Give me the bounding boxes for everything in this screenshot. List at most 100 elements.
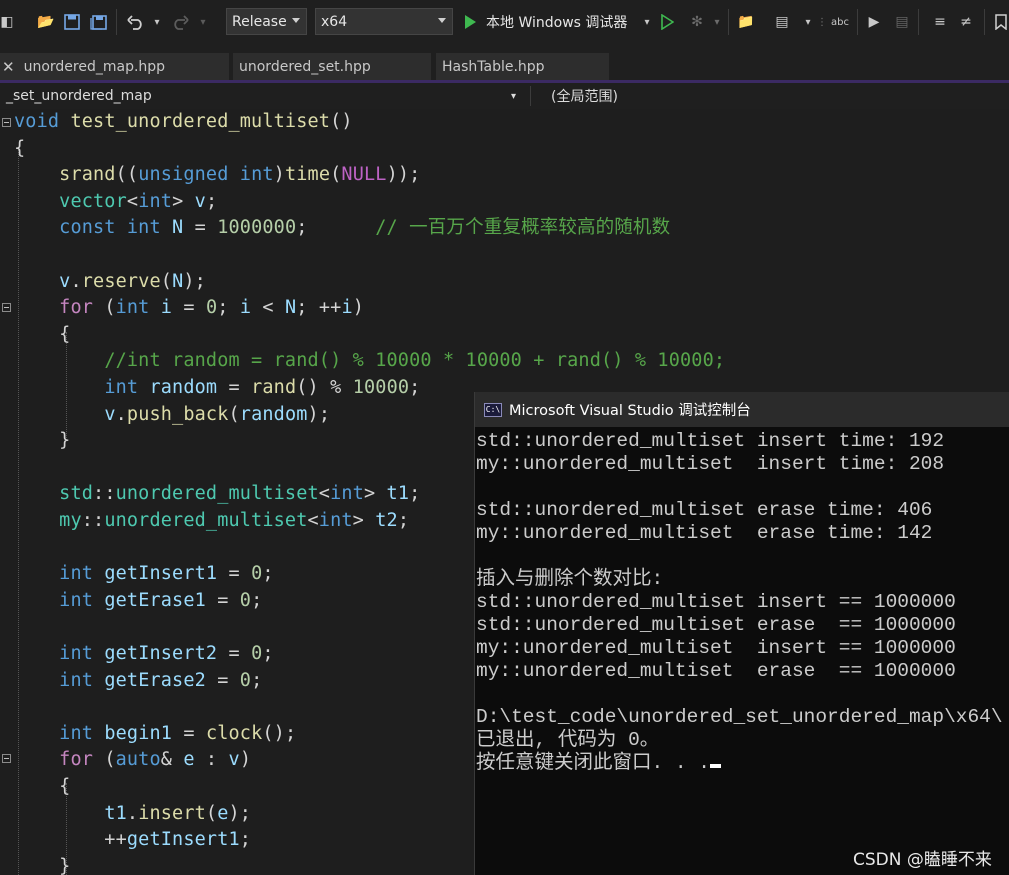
code-line[interactable]: for (int i = 0; i < N; ++i) (14, 295, 364, 321)
code-token: = (205, 669, 240, 691)
code-line[interactable]: std::unordered_multiset<int> t1; (14, 481, 420, 507)
configuration-select[interactable]: Release (226, 8, 307, 35)
code-token: ; (251, 589, 263, 611)
bookmark-list-icon[interactable]: ▤ (892, 12, 912, 32)
fold-toggle-icon[interactable] (2, 303, 11, 312)
code-line[interactable]: int random = rand() % 10000; (14, 375, 420, 401)
code-line[interactable]: int getErase2 = 0; (14, 668, 262, 694)
global-scope-select[interactable]: (全局范围) (551, 85, 1001, 107)
undo-dropdown-icon[interactable]: ▾ (152, 12, 162, 32)
uncomment-lines-icon[interactable]: ≠ (956, 12, 976, 32)
hot-reload-dropdown-icon[interactable]: ▾ (712, 12, 722, 32)
code-token: (); (262, 722, 297, 744)
layout-dropdown-icon[interactable]: ▾ (802, 12, 814, 32)
code-token: i (160, 297, 173, 319)
close-icon[interactable]: ✕ (2, 58, 15, 76)
console-line: my::unordered_multiset erase == 1000000 (476, 660, 956, 683)
code-line[interactable]: vector<int> v; (14, 189, 217, 215)
console-line-text: my::unordered_multiset erase == 1000000 (476, 660, 956, 682)
console-line-text: D:\test_code\unordered_set_unordered_map… (476, 706, 1003, 728)
bookmark-icon[interactable] (993, 12, 1009, 32)
code-token: N (285, 297, 297, 319)
fold-toggle-icon[interactable] (2, 754, 11, 763)
chevron-down-icon: ▾ (510, 90, 516, 102)
breakpoint-icon[interactable]: ▶ (864, 12, 884, 32)
tab-unordered-map-hpp[interactable]: ✕ unordered_map.hpp (0, 53, 229, 80)
code-token: } (14, 430, 71, 452)
code-token: i (239, 297, 252, 319)
code-token: e (183, 749, 195, 771)
code-token: = (217, 563, 252, 585)
code-line[interactable]: } (14, 428, 70, 454)
code-line[interactable]: for (auto& e : v) (14, 747, 251, 773)
code-token: )); (386, 164, 421, 186)
code-token: void (14, 111, 60, 132)
configuration-value: Release (232, 13, 287, 30)
code-line[interactable]: my::unordered_multiset<int> t2; (14, 508, 409, 534)
code-line[interactable]: } (14, 854, 70, 875)
code-line[interactable]: v.reserve(N); (14, 269, 206, 295)
code-token: ; (296, 217, 376, 239)
save-all-icon[interactable] (89, 12, 107, 32)
hot-reload-icon[interactable]: ✻ (688, 12, 706, 32)
console-line: my::unordered_multiset insert == 1000000 (476, 637, 956, 660)
code-line[interactable]: void test_unordered_multiset() (14, 109, 353, 135)
code-token: unordered_multiset (115, 483, 319, 505)
code-line[interactable]: srand((unsigned int)time(NULL)); (14, 162, 420, 188)
code-line[interactable]: int begin1 = clock(); (14, 721, 296, 747)
code-line[interactable]: { (14, 774, 70, 800)
code-token: ; (397, 510, 410, 531)
code-line[interactable]: v.push_back(random); (14, 402, 330, 428)
redo-icon[interactable] (170, 12, 190, 32)
debugger-dropdown-icon[interactable]: ▾ (642, 12, 652, 32)
console-app-icon: C:\ (484, 402, 502, 417)
platform-select[interactable]: x64 (315, 8, 453, 35)
spell-check-icon[interactable]: abc (830, 12, 850, 32)
code-line[interactable]: int getErase1 = 0; (14, 588, 262, 614)
tab-unordered-set-hpp[interactable]: unordered_set.hpp (233, 53, 431, 80)
undo-icon[interactable] (126, 12, 146, 32)
code-token: < (307, 510, 319, 531)
tab-hashtable-hpp[interactable]: HashTable.hpp (436, 53, 609, 80)
layout-icon[interactable]: ▤ (772, 12, 792, 32)
code-line[interactable]: int getInsert1 = 0; (14, 561, 274, 587)
console-line: my::unordered_multiset erase time: 142 (476, 522, 932, 545)
code-token: int (104, 377, 139, 398)
code-line[interactable]: ++getInsert1; (14, 827, 251, 853)
redo-dropdown-icon[interactable]: ▾ (198, 12, 208, 32)
code-line[interactable]: t1.insert(e); (14, 801, 251, 827)
code-line[interactable]: { (14, 136, 25, 162)
toolbar-separator (116, 9, 117, 35)
solution-explorer-icon[interactable]: ◧ (0, 12, 14, 32)
start-debug-icon[interactable] (462, 12, 478, 32)
find-in-files-icon[interactable]: 📁 (736, 12, 756, 32)
open-folder-icon[interactable]: 📂 (37, 12, 55, 32)
code-token: getErase2 (104, 669, 206, 691)
start-debug-button[interactable]: 本地 Windows 调试器 (486, 12, 638, 32)
fold-toggle-icon[interactable] (2, 118, 11, 127)
start-without-debug-icon[interactable] (659, 12, 675, 32)
debug-console-window[interactable]: C:\ Microsoft Visual Studio 调试控制台 std::u… (474, 392, 1009, 875)
code-token: ); (183, 270, 206, 292)
code-token: auto (115, 749, 161, 771)
navigation-bar: _set_unordered_map ▾ (全局范围) (0, 83, 1009, 110)
comment-lines-icon[interactable]: ≡ (930, 12, 950, 32)
save-icon[interactable] (63, 12, 81, 32)
code-token: int (59, 722, 94, 744)
console-title-bar[interactable]: C:\ Microsoft Visual Studio 调试控制台 (475, 392, 1009, 427)
console-line-text: std::unordered_multiset erase == 1000000 (476, 614, 956, 636)
code-line[interactable]: const int N = 1000000; // 一百万个重复概率较高的随机数 (14, 215, 670, 241)
project-scope-select[interactable]: _set_unordered_map ▾ (6, 85, 520, 107)
code-line[interactable]: int getInsert2 = 0; (14, 641, 274, 667)
code-line[interactable]: //int random = rand() % 10000 * 10000 + … (14, 348, 725, 374)
code-line[interactable]: { (14, 322, 70, 348)
toolbar-separator (728, 9, 729, 35)
project-scope-value: _set_unordered_map (6, 88, 152, 104)
